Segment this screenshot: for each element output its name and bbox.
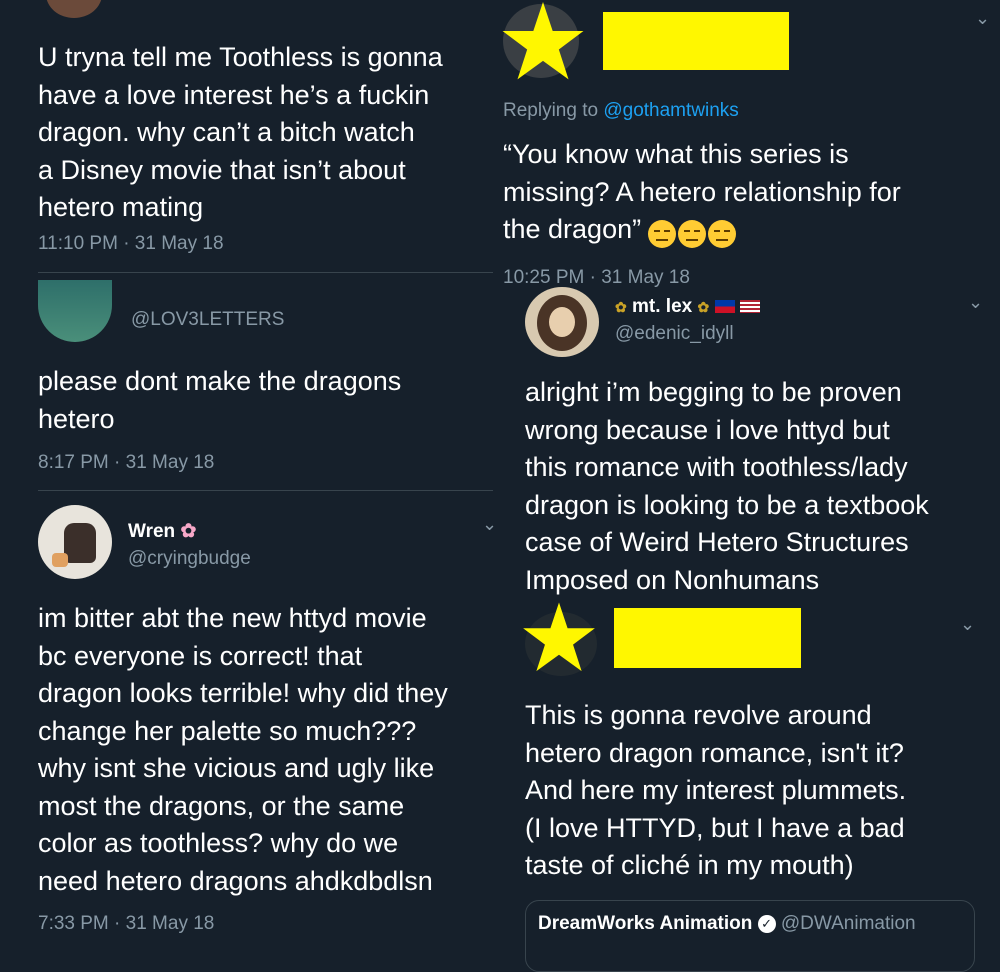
user-handle[interactable]: @LOV3LETTERS bbox=[131, 309, 284, 331]
quoted-tweet-header: DreamWorks Animation ✓ @DWAnimation bbox=[538, 913, 916, 935]
censored-name-box bbox=[614, 608, 801, 668]
censored-name-box bbox=[603, 12, 789, 70]
chevron-down-icon[interactable]: ⌄ bbox=[960, 614, 975, 635]
unamused-face-icon bbox=[647, 219, 676, 248]
verified-badge-icon: ✓ bbox=[757, 914, 776, 933]
star-censor-icon bbox=[523, 602, 595, 672]
quoted-user-handle: @DWAnimation bbox=[780, 913, 916, 934]
user-name-text: mt. lex bbox=[632, 296, 693, 317]
tweet-text: U tryna tell me Toothless is gonna have … bbox=[38, 42, 443, 222]
user-name[interactable]: ✿ mt. lex ✿ bbox=[615, 296, 760, 318]
replying-to: Replying to @gothamtwinks bbox=[503, 100, 739, 122]
unamused-face-icon bbox=[677, 219, 706, 248]
avatar[interactable] bbox=[38, 505, 112, 579]
flower-icon: ✿ bbox=[180, 521, 197, 542]
chevron-down-icon[interactable]: ⌄ bbox=[482, 514, 497, 535]
replying-prefix: Replying to bbox=[503, 100, 604, 121]
chevron-down-icon[interactable]: ⌄ bbox=[968, 292, 983, 313]
tweet-timestamp[interactable]: 10:25 PM · 31 May 18 bbox=[503, 267, 690, 289]
user-handle[interactable]: @cryingbudge bbox=[128, 548, 251, 570]
star-censor-icon bbox=[502, 1, 584, 80]
avatar-top-left[interactable] bbox=[46, 0, 102, 18]
avatar[interactable] bbox=[38, 280, 112, 342]
chevron-down-icon[interactable]: ⌄ bbox=[975, 8, 990, 29]
tweet-text: im bitter abt the new httyd movie bc eve… bbox=[38, 603, 448, 896]
user-name[interactable]: Wren ✿ bbox=[128, 520, 196, 543]
divider bbox=[38, 490, 493, 491]
tweet-text: This is gonna revolve around hetero drag… bbox=[525, 700, 907, 880]
quoted-user-name: DreamWorks Animation bbox=[538, 913, 753, 934]
user-name-text: Wren bbox=[128, 521, 176, 542]
tweet-text: please dont make the dragons hetero bbox=[38, 366, 402, 434]
tweet-text: alright i’m begging to be proven wrong b… bbox=[525, 377, 929, 595]
tweet-timestamp[interactable]: 11:10 PM · 31 May 18 bbox=[38, 233, 224, 255]
laurel-icon: ✿ bbox=[697, 299, 710, 315]
user-handle[interactable]: @edenic_idyll bbox=[615, 323, 734, 345]
flag-icon bbox=[739, 300, 760, 314]
unamused-face-icon bbox=[707, 219, 736, 248]
quoted-tweet-card[interactable]: DreamWorks Animation ✓ @DWAnimation bbox=[525, 900, 975, 972]
avatar[interactable] bbox=[525, 287, 599, 357]
replying-handle-link[interactable]: @gothamtwinks bbox=[603, 100, 738, 121]
laurel-icon: ✿ bbox=[615, 299, 627, 315]
flag-icon bbox=[714, 300, 735, 314]
tweet-timestamp[interactable]: 7:33 PM · 31 May 18 bbox=[38, 913, 214, 935]
divider bbox=[38, 272, 493, 273]
tweet-timestamp[interactable]: 8:17 PM · 31 May 18 bbox=[38, 452, 214, 474]
tweet-body: “You know what this series is missing? A… bbox=[503, 136, 993, 249]
